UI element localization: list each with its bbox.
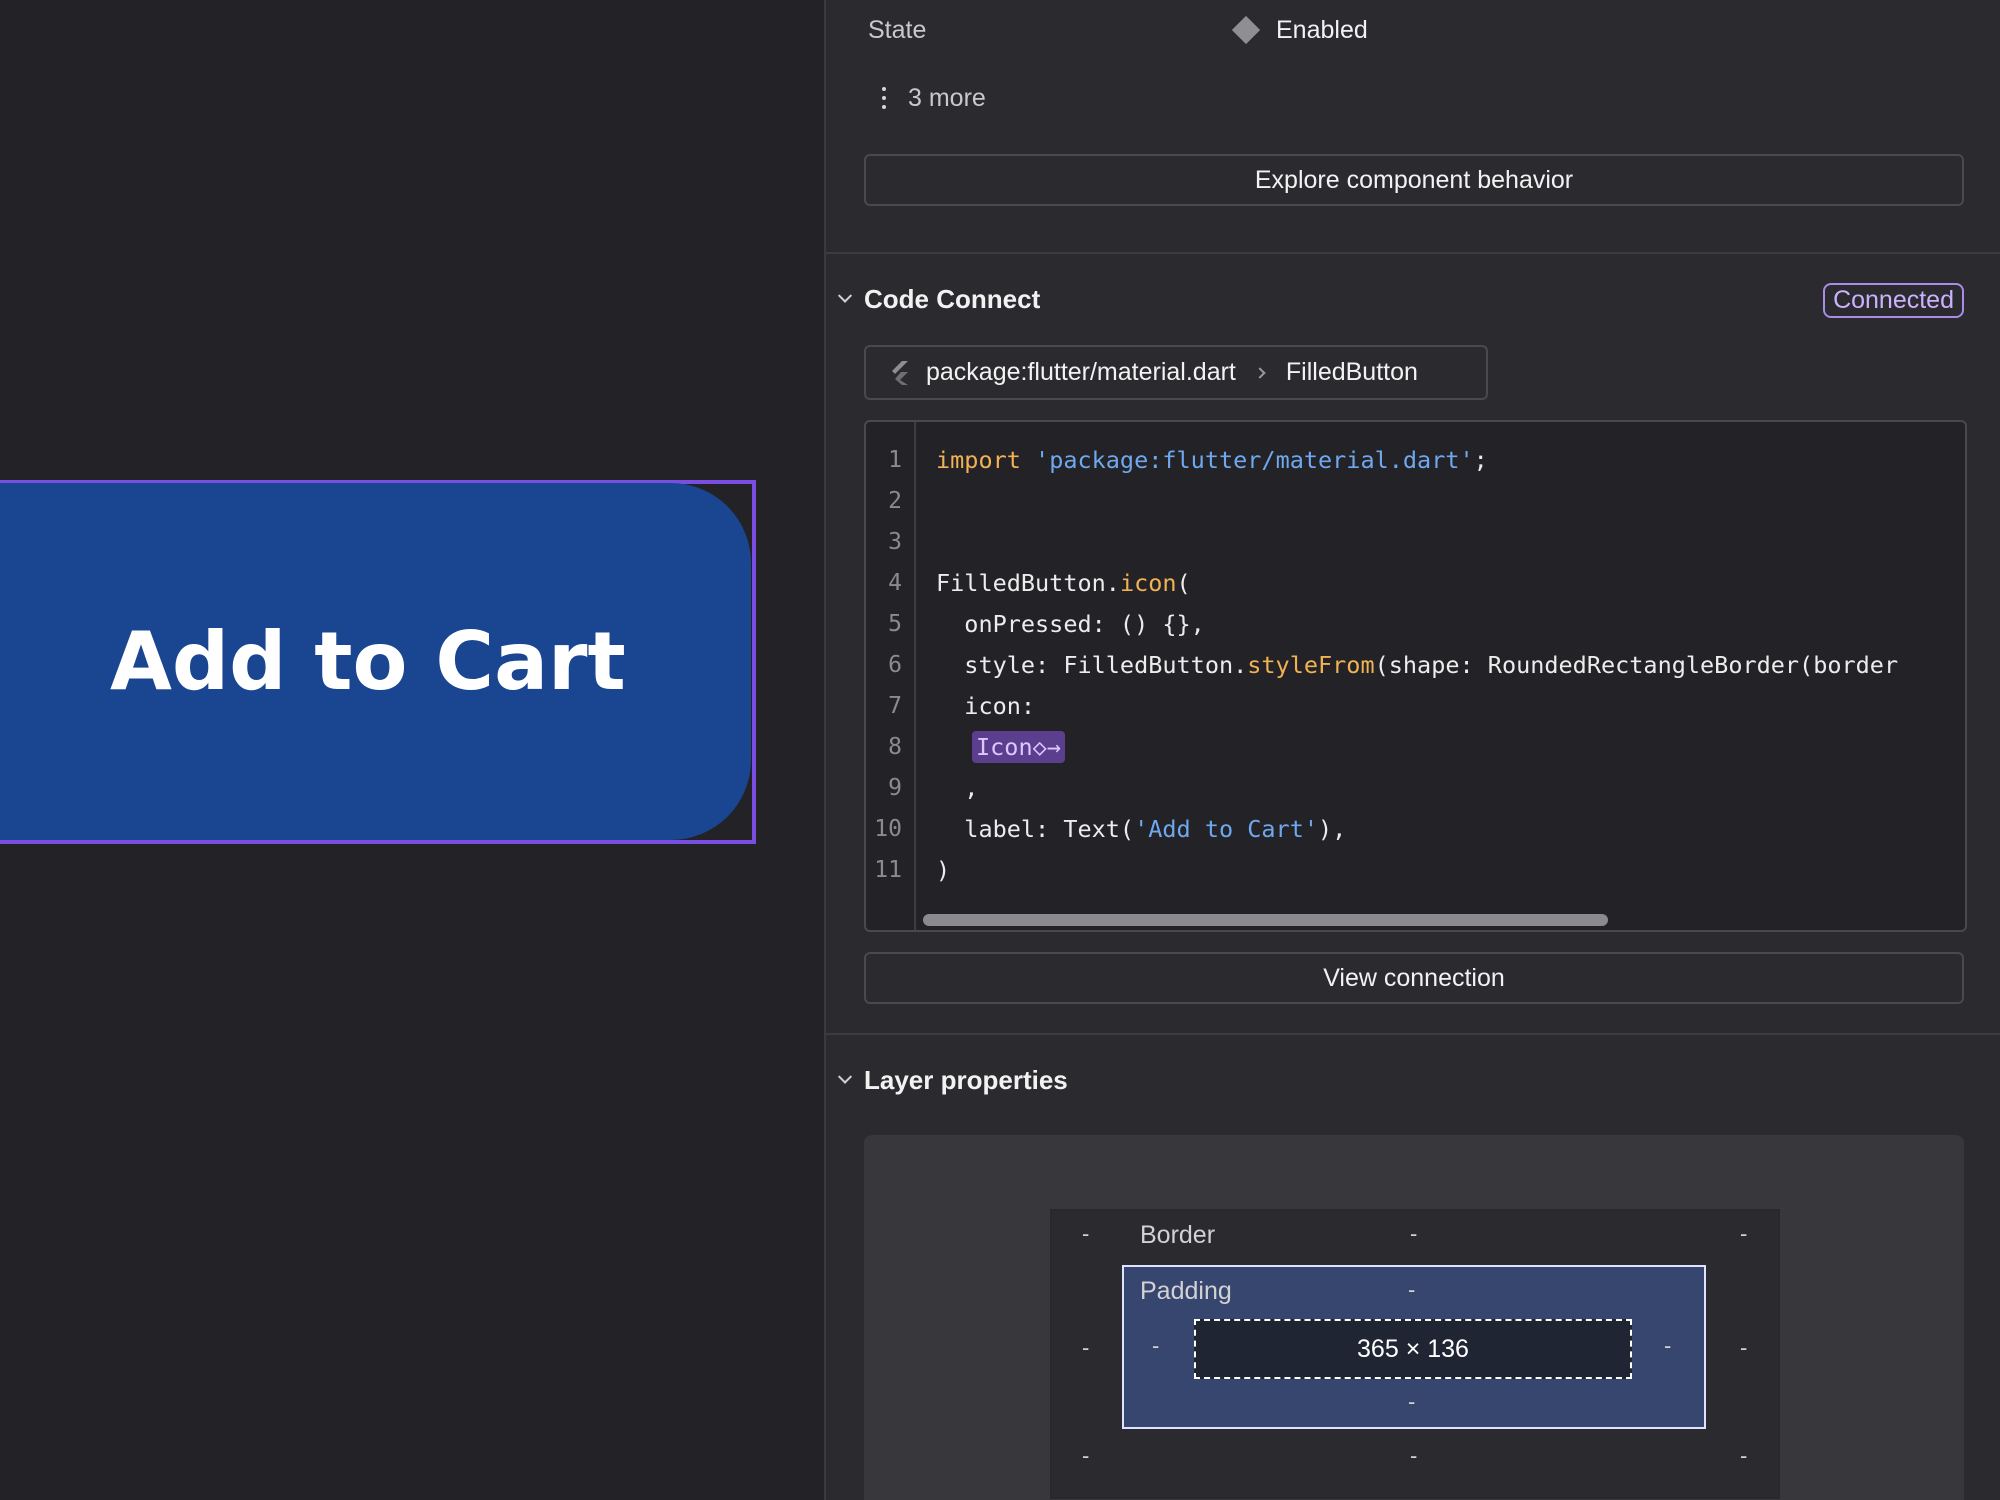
code-line-1: import 'package:flutter/material.dart';: [936, 446, 1488, 474]
border-bottom-value[interactable]: -: [1410, 1443, 1417, 1469]
code-snippet[interactable]: 1 2 3 4 5 6 7 8 9 10 11 import 'package:…: [864, 420, 1967, 932]
padding-top-value[interactable]: -: [1408, 1277, 1415, 1303]
explore-component-behavior-button[interactable]: Explore component behavior: [864, 154, 1964, 206]
app-window: Add to Cart State Enabled 3 more Explore…: [0, 0, 2000, 1500]
state-value-control[interactable]: Enabled: [1231, 14, 1368, 46]
breadcrumb-package: package:flutter/material.dart: [926, 358, 1236, 386]
section-divider: [826, 252, 2000, 254]
code-token: FilledButton.: [936, 569, 1120, 597]
code-line-4: FilledButton.icon(: [936, 569, 1191, 597]
line-number: 4: [888, 570, 902, 596]
code-token: style: FilledButton.: [936, 651, 1248, 679]
border-top-right-value[interactable]: -: [1740, 1221, 1747, 1247]
chevron-right-icon: [1254, 366, 1266, 379]
line-number: 7: [888, 693, 902, 719]
layer-properties-header[interactable]: Layer properties: [837, 1065, 1068, 1096]
line-number-gutter: 1 2 3 4 5 6 7 8 9 10 11: [866, 422, 916, 930]
state-value: Enabled: [1276, 15, 1368, 44]
breadcrumb-component: FilledButton: [1285, 358, 1418, 386]
string-token: 'package:flutter/material.dart': [1035, 446, 1474, 474]
border-right-value[interactable]: -: [1740, 1335, 1747, 1361]
code-line-8: Icon◇→: [972, 731, 1065, 763]
code-token: ),: [1318, 815, 1347, 843]
icon-instance-chip[interactable]: Icon◇→: [972, 731, 1065, 763]
more-properties-toggle[interactable]: 3 more: [882, 82, 986, 114]
padding-bottom-value[interactable]: -: [1408, 1389, 1415, 1415]
view-connection-button[interactable]: View connection: [864, 952, 1964, 1004]
code-line-6: style: FilledButton.styleFrom(shape: Rou…: [936, 651, 1898, 679]
code-line-11: ): [936, 856, 951, 884]
horizontal-scrollbar[interactable]: [923, 914, 1608, 926]
code-connect-header[interactable]: Code Connect: [837, 284, 1041, 315]
code-line-10: label: Text('Add to Cart'),: [936, 815, 1346, 843]
connected-status-badge: Connected: [1823, 283, 1964, 318]
more-label: 3 more: [908, 83, 986, 112]
state-row: State: [868, 14, 926, 46]
code-token: (: [1176, 569, 1191, 597]
code-token: ;: [1473, 446, 1488, 474]
line-number: 6: [888, 652, 902, 678]
method-token: icon: [1119, 569, 1177, 597]
border-top-value[interactable]: -: [1410, 1221, 1417, 1247]
line-number: 9: [888, 775, 902, 801]
code-token: (shape: RoundedRectangleBorder(border: [1374, 651, 1899, 679]
border-left-value[interactable]: -: [1082, 1335, 1089, 1361]
code-line-5: onPressed: () {},: [936, 610, 1205, 638]
button-preview-label: Add to Cart: [110, 615, 626, 708]
code-line-9: ,: [936, 774, 979, 802]
layer-properties-title: Layer properties: [864, 1065, 1068, 1095]
code-connect-breadcrumb[interactable]: package:flutter/material.dart FilledButt…: [864, 345, 1488, 400]
content-dimensions: 365 × 136: [1357, 1334, 1469, 1363]
state-label: State: [868, 15, 927, 44]
inspector-panel: State Enabled 3 more Explore component b…: [824, 0, 2000, 1500]
flutter-icon: [892, 360, 908, 385]
chevron-down-icon: [837, 1069, 853, 1084]
string-token: 'Add to Cart': [1134, 815, 1319, 843]
line-number: 8: [888, 734, 902, 760]
border-bottom-left-value[interactable]: -: [1082, 1443, 1089, 1469]
line-number: 5: [888, 611, 902, 637]
border-top-left-value[interactable]: -: [1082, 1221, 1089, 1247]
padding-right-value[interactable]: -: [1664, 1333, 1671, 1359]
line-number: 2: [888, 488, 902, 514]
more-vertical-icon: [882, 87, 886, 109]
variant-diamond-icon: [1231, 15, 1261, 45]
line-number: 10: [874, 816, 902, 842]
code-connect-title: Code Connect: [864, 284, 1041, 314]
code-token: label: Text(: [936, 815, 1135, 843]
padding-box[interactable]: Padding - - - - 365 × 136: [1122, 1265, 1706, 1429]
line-number: 11: [874, 857, 902, 883]
method-token: styleFrom: [1247, 651, 1375, 679]
border-bottom-right-value[interactable]: -: [1740, 1443, 1747, 1469]
code-line-7: icon:: [936, 692, 1036, 720]
line-number: 3: [888, 529, 902, 555]
design-canvas[interactable]: Add to Cart: [0, 0, 824, 1500]
chevron-down-icon: [837, 288, 853, 303]
border-label: Border: [1140, 1221, 1216, 1249]
line-number: 1: [888, 447, 902, 473]
box-model-diagram: Border - - - - - - - - Padding - - - - 3…: [864, 1135, 1964, 1500]
padding-label: Padding: [1140, 1277, 1232, 1305]
add-to-cart-button-preview[interactable]: Add to Cart: [0, 483, 751, 840]
content-size-box: 365 × 136: [1194, 1319, 1632, 1379]
padding-left-value[interactable]: -: [1152, 1333, 1159, 1359]
border-box[interactable]: Border - - - - - - - - Padding - - - - 3…: [1050, 1209, 1780, 1499]
keyword-token: import: [936, 446, 1021, 474]
section-divider: [826, 1033, 2000, 1035]
